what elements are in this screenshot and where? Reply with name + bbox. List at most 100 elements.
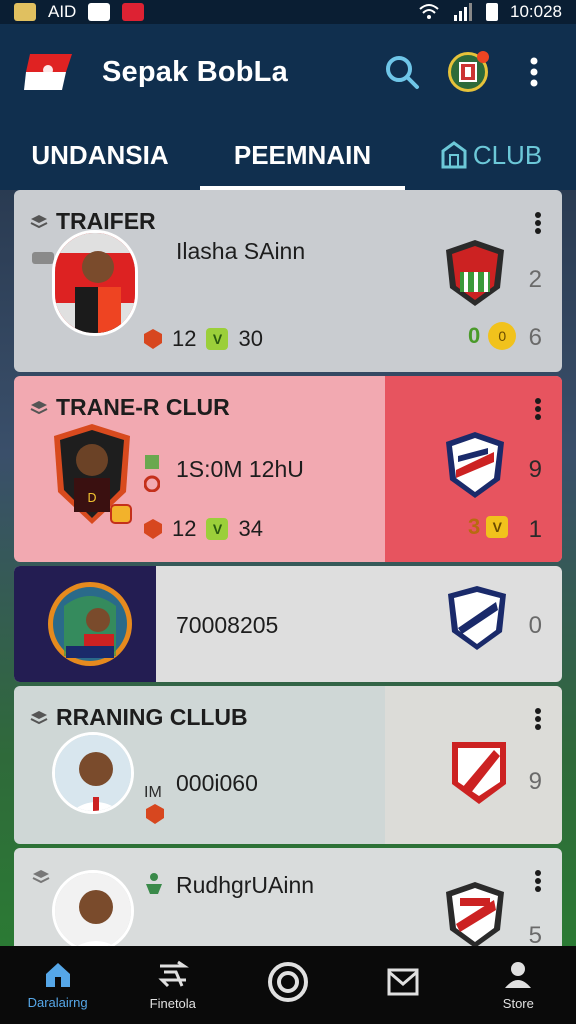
search-icon <box>386 56 419 89</box>
player-card[interactable]: TRAIFER Ilasha SAinn 12 V 30 2 0 0 6 <box>14 190 562 372</box>
club-mini-badge-icon <box>144 519 162 539</box>
tab-undansia[interactable]: UNDANSIA <box>0 120 200 190</box>
card-side-number: 5 <box>528 922 542 946</box>
card-side-number-secondary: 6 <box>528 324 542 351</box>
rating-row: 3 V <box>468 514 509 540</box>
app-bar: Sepak BobLa <box>0 24 576 120</box>
player-name: 1S:0M 12hU <box>176 456 304 482</box>
ball-icon <box>267 962 308 1002</box>
player-name: Ilasha SAinn <box>176 238 306 264</box>
notification-icon <box>14 3 36 21</box>
nav-ball[interactable] <box>230 946 345 1024</box>
nav-transfer[interactable]: Finetola <box>115 946 230 1024</box>
card-menu-button[interactable] <box>534 212 542 234</box>
layers-icon <box>30 710 48 724</box>
section-title: TRANE-R CLUR <box>56 394 230 420</box>
tab-bar: UNDANSIA PEEMNAIN CLUB <box>0 120 576 190</box>
club-avatar-icon <box>459 62 477 82</box>
player-card[interactable]: 70008205 0 <box>14 566 562 682</box>
bottom-navigation: Daralairng Finetola Store <box>0 946 576 1024</box>
game-notification-icon <box>122 3 145 21</box>
player-card[interactable]: RRANING CLLUB IM 000i060 9 <box>14 686 562 844</box>
card-menu-button[interactable] <box>534 708 542 730</box>
card-section-label: RRANING CLLUB <box>30 704 248 731</box>
player-card[interactable]: TRANE-R CLUR D 1S:0M 12hU 12 V 34 9 3 V … <box>14 376 562 562</box>
layers-icon <box>32 870 50 884</box>
profile-icon <box>505 961 532 988</box>
player-id: 70008205 <box>176 612 279 638</box>
indonesia-flag-logo[interactable] <box>22 52 76 92</box>
svg-text:D: D <box>87 491 96 505</box>
captain-badge-icon <box>110 504 132 524</box>
nav-label: Finetola <box>149 995 196 1011</box>
player-figure-icon <box>146 873 162 894</box>
card-side-number: 9 <box>528 768 542 795</box>
nav-label: Store <box>502 995 534 1011</box>
battery-icon <box>486 3 498 21</box>
club-crest-icon <box>446 240 504 306</box>
nav-mail[interactable] <box>346 946 461 1024</box>
position-label: IM <box>144 784 162 801</box>
card-side-number: 9 <box>528 456 542 483</box>
notification-badge <box>477 51 489 63</box>
player-card[interactable]: RudhgrUAinn 5 <box>14 848 562 946</box>
wifi-icon <box>419 4 439 19</box>
nav-home[interactable]: Daralairng <box>0 946 115 1024</box>
stat-value: 12 <box>172 516 197 541</box>
player-id: 000i060 <box>176 770 258 796</box>
player-badge-photo <box>48 582 132 666</box>
transfer-status-icon <box>144 455 160 492</box>
transfer-icon <box>158 960 189 987</box>
mail-icon <box>387 968 419 996</box>
nav-profile[interactable]: Store <box>461 946 576 1024</box>
layers-icon <box>30 400 48 414</box>
more-vert-icon <box>530 57 538 87</box>
club-crest-icon <box>446 432 504 498</box>
profile-avatar-button[interactable] <box>448 51 489 92</box>
player-photo <box>52 870 134 946</box>
verified-icon: V <box>206 328 229 350</box>
rating-value: 3 <box>468 514 481 539</box>
tab-club[interactable]: CLUB <box>405 120 576 190</box>
nav-label: Daralairng <box>27 994 88 1010</box>
tab-label: UNDANSIA <box>31 139 169 170</box>
status-bar: AID 10:028 <box>0 0 576 24</box>
club-mini-badge-icon <box>144 329 162 349</box>
stat-value: 34 <box>238 516 263 541</box>
status-time: 10:028 <box>510 2 562 21</box>
tab-label: PEEMNAIN <box>233 139 372 170</box>
club-mini-badge-icon <box>146 804 164 824</box>
card-side-number: 0 <box>528 612 542 639</box>
club-crest-icon <box>448 586 506 650</box>
layers-icon <box>30 214 48 228</box>
home-icon <box>45 962 70 987</box>
rating-row: 0 0 <box>468 322 517 350</box>
player-name: RudhgrUAinn <box>176 872 315 898</box>
stat-value: 30 <box>238 326 263 351</box>
coin-icon: 0 <box>488 322 517 350</box>
club-crest-icon <box>452 742 506 804</box>
player-stats: 12 V 30 <box>144 326 263 352</box>
verified-icon: V <box>206 518 229 540</box>
club-crest-icon <box>446 882 504 946</box>
search-button[interactable] <box>382 52 422 92</box>
stat-value: 12 <box>172 326 197 351</box>
card-menu-button[interactable] <box>534 398 542 420</box>
carrier-label: AID <box>48 2 77 21</box>
player-photo <box>52 732 134 814</box>
player-list: TRAIFER Ilasha SAinn 12 V 30 2 0 0 6 TRA… <box>14 190 562 946</box>
card-side-number: 2 <box>528 266 542 293</box>
tab-peemnain[interactable]: PEEMNAIN <box>200 120 405 190</box>
signal-icon <box>454 3 472 21</box>
jersey-icon <box>32 252 54 264</box>
club-building-icon <box>441 141 467 169</box>
app-notification-icon <box>88 3 111 21</box>
overflow-menu-button[interactable] <box>514 52 554 92</box>
player-photo <box>52 230 138 336</box>
rating-badge-icon: V <box>486 516 509 538</box>
card-section-label: TRANE-R CLUR <box>30 394 230 421</box>
card-side-number-secondary: 1 <box>528 516 542 543</box>
tab-label: CLUB <box>472 139 543 170</box>
card-menu-button[interactable] <box>534 870 542 892</box>
section-title: RRANING CLLUB <box>56 704 248 730</box>
